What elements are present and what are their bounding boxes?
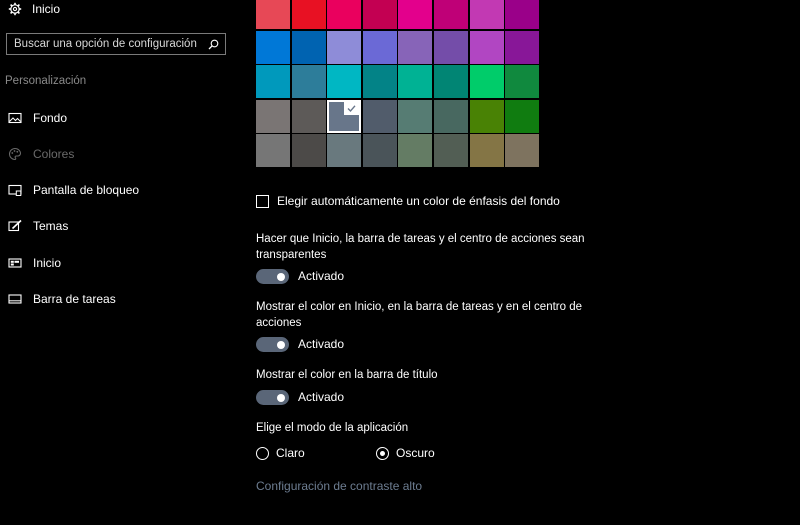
transparency-toggle[interactable] — [256, 269, 289, 284]
color-swatch[interactable] — [398, 99, 433, 133]
color-swatch[interactable] — [398, 30, 433, 64]
color-swatch[interactable] — [433, 30, 468, 64]
color-swatch[interactable] — [291, 65, 326, 99]
color-swatch[interactable] — [433, 134, 468, 168]
sidebar-item-label: Inicio — [33, 256, 62, 270]
transparency-title: Hacer que Inicio, la barra de tareas y e… — [256, 233, 585, 261]
show-color-titlebar-toggle[interactable] — [256, 390, 289, 405]
radio-claro-label: Claro — [276, 446, 305, 460]
color-swatch[interactable] — [469, 30, 504, 64]
toggle-knob — [277, 272, 285, 281]
color-swatch[interactable] — [433, 65, 468, 99]
color-swatch[interactable] — [362, 99, 397, 133]
contrast-settings-link[interactable]: Configuración de contraste alto — [256, 479, 422, 493]
color-swatch[interactable] — [327, 134, 362, 168]
brush-icon — [8, 219, 22, 232]
radio-claro-circle[interactable] — [256, 447, 269, 460]
color-swatch[interactable] — [469, 65, 504, 99]
show-color-titlebar-title: Mostrar el color en la barra de título — [256, 369, 438, 381]
sidebar-item-label: Barra de tareas — [33, 292, 116, 306]
toggle-knob — [277, 340, 285, 349]
color-swatch[interactable] — [469, 134, 504, 168]
sidebar: Inicio Personalización Fondo Colores Pan… — [0, 0, 240, 525]
color-swatch[interactable] — [505, 99, 540, 133]
check-icon — [344, 101, 360, 115]
color-swatch[interactable] — [469, 99, 504, 133]
sidebar-item-label: Pantalla de bloqueo — [33, 183, 140, 197]
gear-icon — [8, 2, 22, 16]
show-color-titlebar-toggle-row[interactable]: Activado — [256, 390, 344, 405]
color-swatch[interactable] — [256, 134, 290, 168]
show-color-start-toggle-row[interactable]: Activado — [256, 337, 344, 352]
sidebar-item-temas[interactable]: Temas — [8, 217, 68, 235]
color-swatch[interactable] — [505, 65, 540, 99]
sidebar-item-fondo[interactable]: Fondo — [8, 109, 67, 127]
toggle-knob — [277, 393, 285, 402]
taskbar-icon — [8, 294, 22, 304]
radio-oscuro-label: Oscuro — [396, 446, 435, 460]
color-swatch[interactable] — [256, 0, 290, 29]
color-swatch[interactable] — [433, 0, 468, 29]
search-box[interactable] — [6, 33, 226, 55]
color-swatch[interactable] — [362, 134, 397, 168]
color-swatch[interactable] — [291, 99, 326, 133]
search-input[interactable] — [14, 38, 204, 50]
color-swatch[interactable] — [291, 0, 326, 29]
color-swatch[interactable] — [327, 30, 362, 64]
color-swatch[interactable] — [398, 65, 433, 99]
color-swatch[interactable] — [327, 99, 362, 133]
show-color-start-toggle[interactable] — [256, 337, 289, 352]
sidebar-item-inicio[interactable]: Inicio — [8, 254, 61, 272]
show-color-titlebar-state: Activado — [298, 390, 345, 404]
sidebar-item-colores[interactable]: Colores — [8, 145, 74, 163]
color-swatch[interactable] — [362, 30, 397, 64]
color-swatch[interactable] — [398, 0, 433, 29]
color-swatch[interactable] — [291, 134, 326, 168]
transparency-state: Activado — [298, 269, 345, 283]
sidebar-item-label: Colores — [33, 147, 75, 161]
sidebar-item-label: Temas — [33, 219, 69, 233]
sidebar-item-label: Fondo — [33, 111, 68, 125]
color-swatch[interactable] — [256, 30, 290, 64]
color-swatch[interactable] — [469, 0, 504, 29]
color-swatch[interactable] — [256, 65, 290, 99]
transparency-toggle-row[interactable]: Activado — [256, 269, 344, 284]
main-content: Elegir automáticamente un color de énfas… — [240, 0, 800, 525]
palette-icon — [9, 147, 22, 161]
radio-claro[interactable]: Claro — [256, 446, 305, 461]
home-nav-label: Inicio — [32, 2, 61, 16]
auto-color-option[interactable]: Elegir automáticamente un color de énfas… — [256, 194, 560, 209]
color-swatch[interactable] — [505, 134, 540, 168]
image-icon — [8, 112, 22, 124]
color-swatch[interactable] — [362, 65, 397, 99]
start-icon — [8, 258, 22, 268]
color-palette — [256, 0, 540, 168]
color-swatch[interactable] — [327, 65, 362, 99]
app-mode-title: Elige el modo de la aplicación — [256, 422, 409, 434]
color-swatch[interactable] — [256, 99, 290, 133]
color-swatch[interactable] — [291, 30, 326, 64]
auto-color-label: Elegir automáticamente un color de énfas… — [277, 194, 560, 208]
section-title: Personalización — [5, 75, 87, 87]
auto-color-checkbox[interactable] — [256, 195, 269, 208]
lock-screen-icon — [8, 184, 22, 196]
radio-oscuro-circle[interactable] — [376, 447, 389, 460]
sidebar-item-pantalla-de-bloqueo[interactable]: Pantalla de bloqueo — [8, 181, 139, 199]
color-swatch[interactable] — [398, 134, 433, 168]
sidebar-item-barra-de-tareas[interactable]: Barra de tareas — [8, 290, 116, 308]
color-swatch[interactable] — [505, 0, 540, 29]
color-swatch[interactable] — [362, 0, 397, 29]
color-swatch[interactable] — [505, 30, 540, 64]
search-icon[interactable] — [208, 39, 219, 50]
radio-oscuro[interactable]: Oscuro — [376, 446, 435, 461]
show-color-start-state: Activado — [298, 337, 345, 351]
color-swatch[interactable] — [327, 0, 362, 29]
show-color-start-title: Mostrar el color en Inicio, en la barra … — [256, 301, 583, 329]
color-swatch[interactable] — [433, 99, 468, 133]
home-nav-item[interactable]: Inicio — [8, 0, 60, 18]
